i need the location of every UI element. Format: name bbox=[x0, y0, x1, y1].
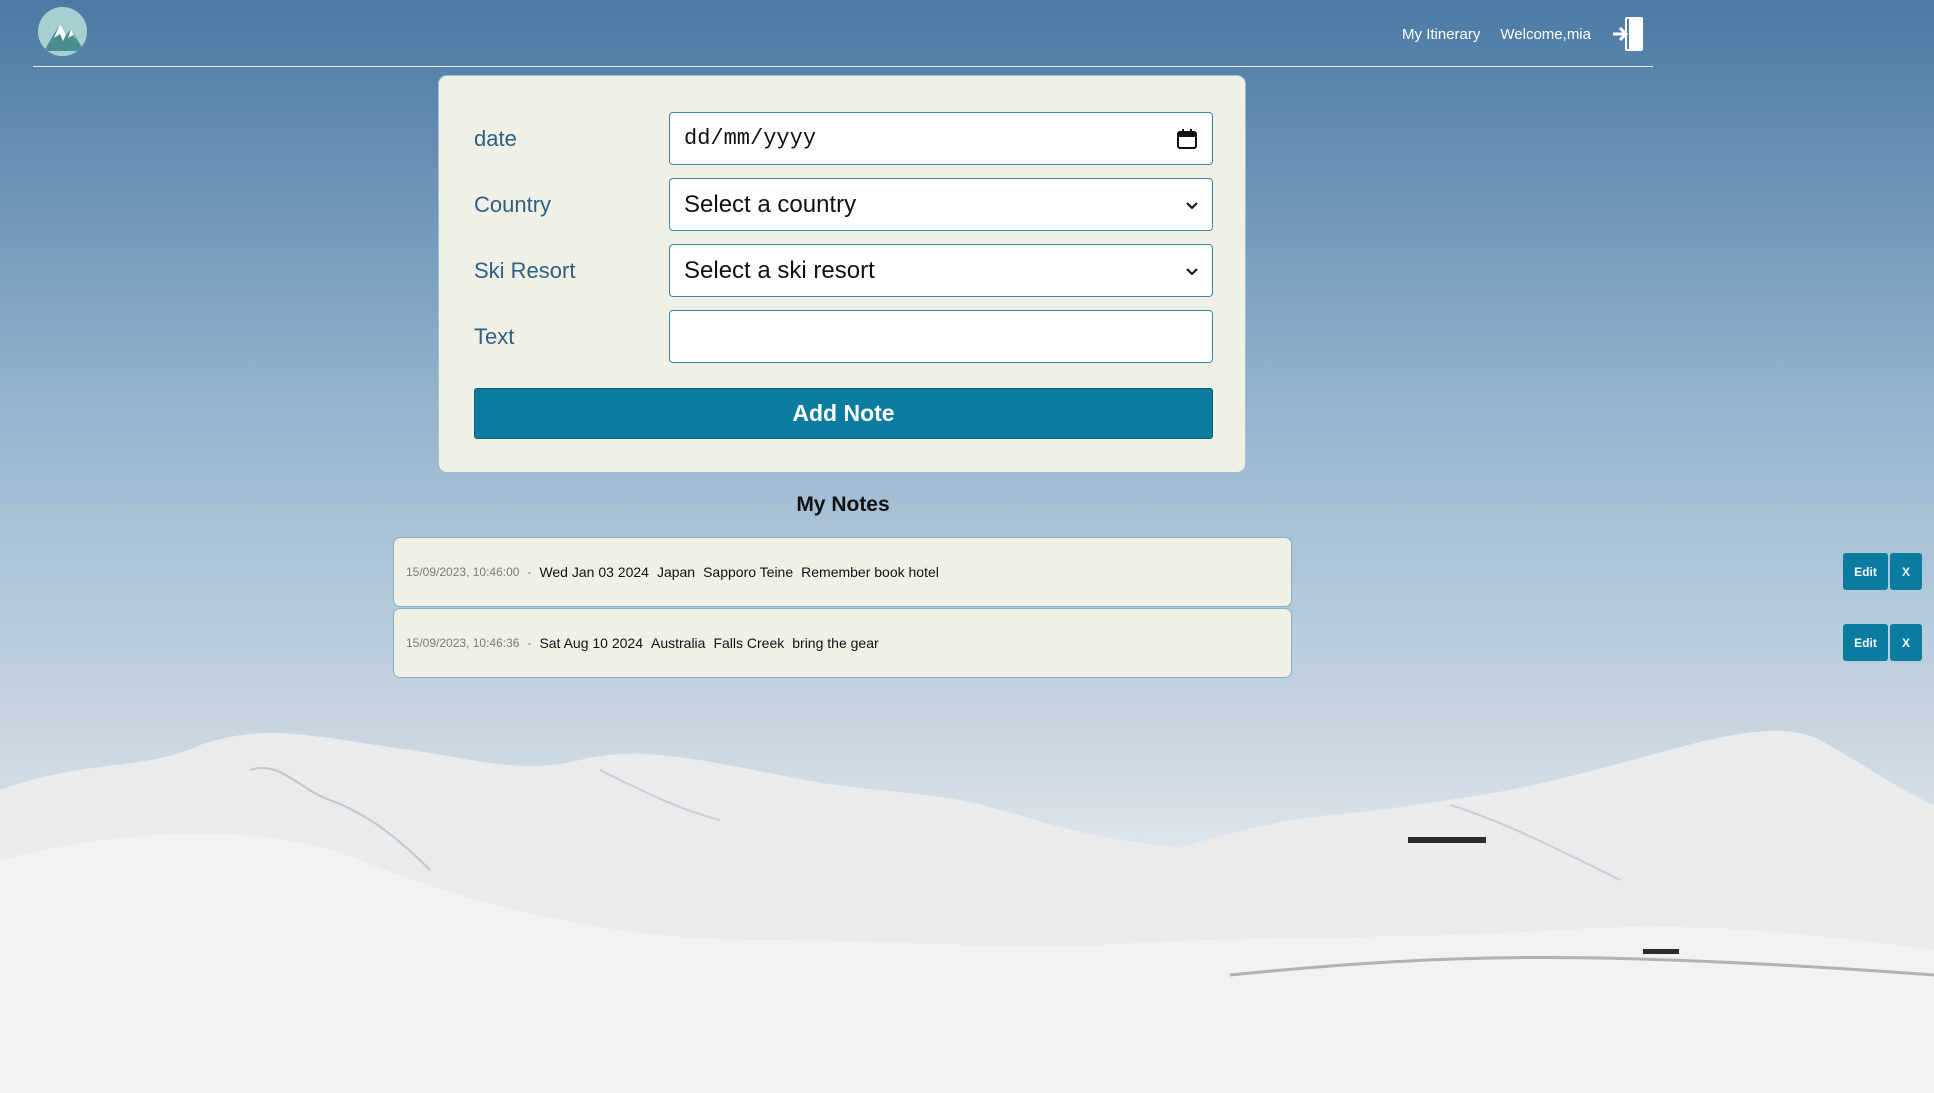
mountain-logo[interactable] bbox=[38, 7, 87, 56]
calendar-icon[interactable] bbox=[1176, 128, 1198, 150]
note-date: Sat Aug 10 2024 bbox=[539, 635, 643, 651]
note-resort: Sapporo Teine bbox=[703, 564, 794, 580]
delete-note-button[interactable]: X bbox=[1890, 553, 1922, 590]
date-input-placeholder: dd/mm/yyyy bbox=[684, 126, 817, 151]
ski-resort-select[interactable]: Select a ski resort bbox=[669, 244, 1213, 297]
note-timestamp: 15/09/2023, 10:46:00 bbox=[406, 565, 520, 579]
top-nav-bar: My Itinerary Welcome,mia bbox=[33, 0, 1653, 67]
mountain-icon bbox=[38, 7, 87, 56]
header-nav: My Itinerary Welcome,mia bbox=[1402, 14, 1653, 54]
ski-resort-select-value: Select a ski resort bbox=[684, 256, 875, 284]
notes-heading: My Notes bbox=[796, 493, 890, 516]
note-country: Japan bbox=[656, 564, 696, 580]
note-actions: Edit X bbox=[1843, 624, 1922, 661]
note-separator: - bbox=[527, 636, 532, 650]
chevron-down-icon bbox=[1186, 267, 1198, 275]
note-actions: Edit X bbox=[1843, 553, 1922, 590]
note-text: bring the gear bbox=[792, 635, 879, 651]
country-select[interactable]: Select a country bbox=[669, 178, 1213, 231]
delete-note-button[interactable]: X bbox=[1890, 624, 1922, 661]
edit-note-button[interactable]: Edit bbox=[1843, 624, 1888, 661]
note-country: Australia bbox=[650, 635, 706, 651]
note-text: Remember book hotel bbox=[801, 564, 939, 580]
note-item: 15/09/2023, 10:46:36 - Sat Aug 10 2024 A… bbox=[393, 608, 1292, 678]
text-row: Text bbox=[474, 310, 1213, 363]
note-timestamp: 15/09/2023, 10:46:36 bbox=[406, 636, 520, 650]
date-label: date bbox=[474, 125, 517, 151]
date-row: date dd/mm/yyyy bbox=[474, 112, 1213, 165]
add-note-form: date dd/mm/yyyy Country Select a country… bbox=[438, 75, 1246, 473]
ski-resort-row: Ski Resort Select a ski resort bbox=[474, 244, 1213, 297]
note-item: 15/09/2023, 10:46:00 - Wed Jan 03 2024 J… bbox=[393, 537, 1292, 607]
note-separator: - bbox=[527, 565, 532, 579]
edit-note-button[interactable]: Edit bbox=[1843, 553, 1888, 590]
nav-my-itinerary-link[interactable]: My Itinerary bbox=[1402, 26, 1480, 43]
date-input[interactable]: dd/mm/yyyy bbox=[669, 112, 1213, 165]
add-note-button[interactable]: Add Note bbox=[474, 388, 1213, 439]
ski-resort-label: Ski Resort bbox=[474, 257, 576, 283]
chevron-down-icon bbox=[1186, 201, 1198, 209]
note-date: Wed Jan 03 2024 bbox=[539, 564, 649, 580]
text-label: Text bbox=[474, 323, 515, 349]
text-input[interactable] bbox=[669, 310, 1213, 363]
country-select-value: Select a country bbox=[684, 190, 857, 218]
country-label: Country bbox=[474, 191, 552, 217]
note-resort: Falls Creek bbox=[713, 635, 785, 651]
logout-door-icon[interactable] bbox=[1611, 16, 1645, 52]
welcome-text: Welcome,mia bbox=[1500, 25, 1591, 43]
country-row: Country Select a country bbox=[474, 178, 1213, 231]
